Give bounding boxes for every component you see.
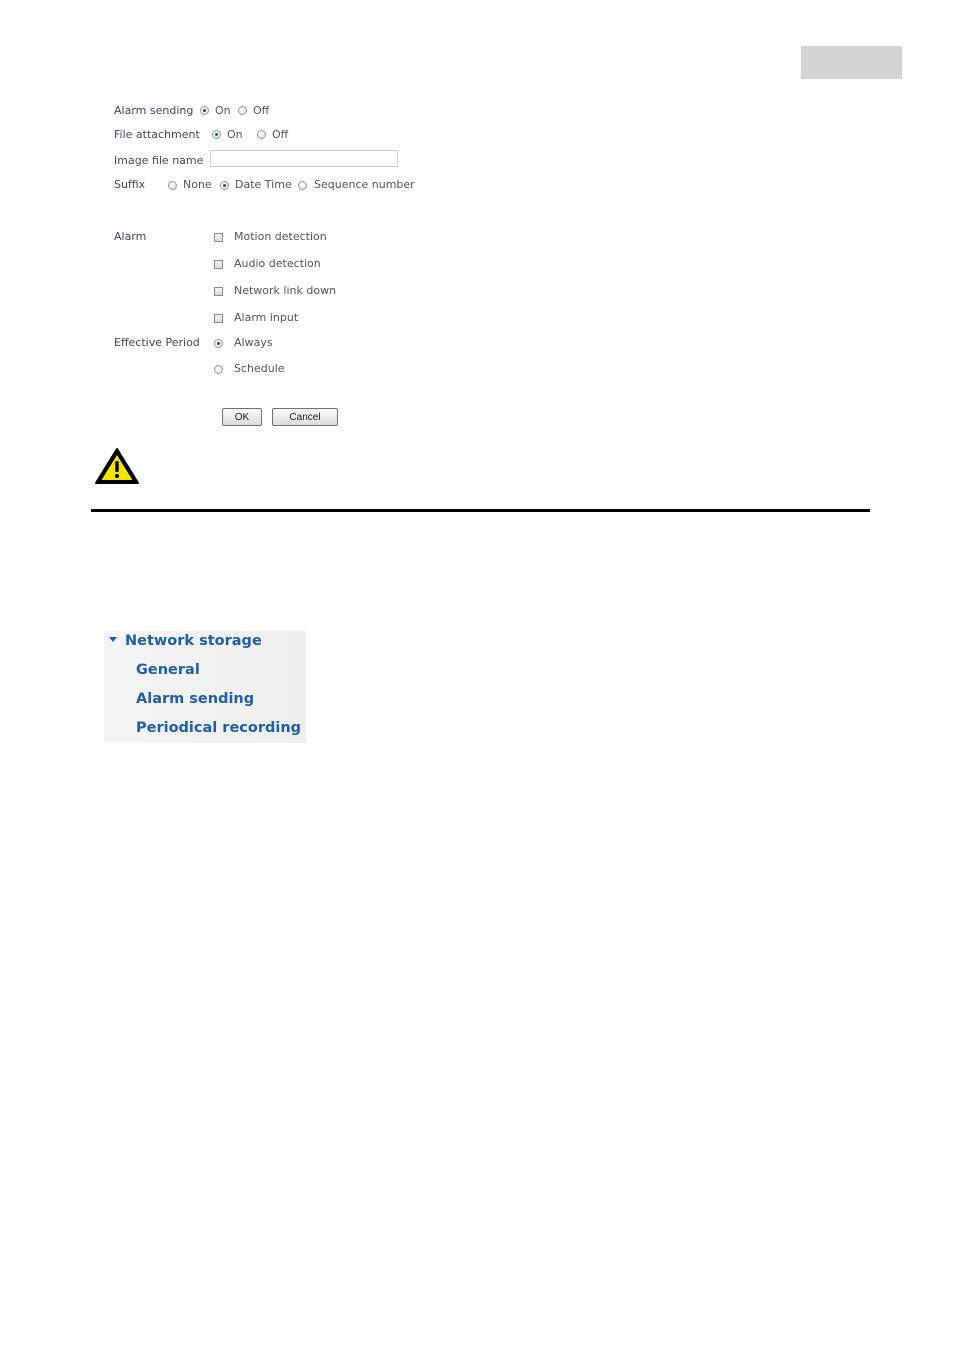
alarm-label: Alarm [114,230,147,243]
image-file-name-input[interactable] [210,150,398,167]
page-tab-marker [801,46,902,79]
file-attachment-on-label: On [227,128,243,141]
suffix-sequence-label: Sequence number [314,178,415,191]
suffix-label: Suffix [114,178,146,191]
ok-button[interactable]: OK [222,408,262,426]
chevron-down-icon[interactable] [109,637,117,642]
nav-item-periodical-recording[interactable]: Periodical recording [136,719,301,737]
network-link-down-label: Network link down [234,284,337,297]
effective-period-label: Effective Period [114,336,200,349]
nav-item-general[interactable]: General [136,661,200,679]
suffix-date-time-radio[interactable] [220,181,229,190]
alarm-input-checkbox[interactable] [214,314,223,323]
alarm-sending-off-label: Off [253,104,270,117]
alarm-input-label: Alarm input [234,311,299,324]
suffix-none-label: None [183,178,212,191]
motion-detection-label: Motion detection [234,230,327,243]
cancel-button[interactable]: Cancel [272,408,338,426]
alarm-sending-on-radio[interactable] [200,106,209,115]
motion-detection-checkbox[interactable] [214,233,223,242]
nav-item-alarm-sending[interactable]: Alarm sending [136,690,254,708]
effective-period-always-radio[interactable] [214,339,223,348]
audio-detection-checkbox[interactable] [214,260,223,269]
suffix-date-time-label: Date Time [235,178,292,191]
suffix-none-radio[interactable] [168,181,177,190]
suffix-sequence-radio[interactable] [298,181,307,190]
effective-period-schedule-radio[interactable] [214,365,223,374]
file-attachment-off-label: Off [272,128,289,141]
section-divider [91,509,870,512]
file-attachment-label: File attachment [114,128,200,141]
network-link-down-checkbox[interactable] [214,287,223,296]
image-file-name-label: Image file name [114,154,204,167]
effective-period-schedule-label: Schedule [234,362,285,375]
file-attachment-on-radio[interactable] [212,130,221,139]
file-attachment-off-radio[interactable] [257,130,266,139]
alarm-sending-label: Alarm sending [114,104,194,117]
alarm-sending-off-radio[interactable] [238,106,247,115]
nav-section-network-storage[interactable]: Network storage [125,632,262,650]
warning-icon [95,448,139,484]
audio-detection-label: Audio detection [234,257,321,270]
alarm-sending-on-label: On [215,104,231,117]
effective-period-always-label: Always [234,336,273,349]
